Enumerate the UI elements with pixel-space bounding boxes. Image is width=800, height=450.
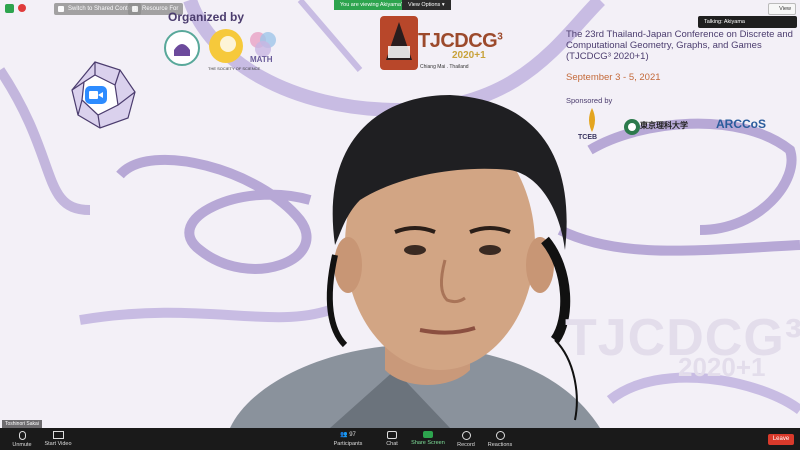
security-shield-icon[interactable] <box>5 4 14 13</box>
view-options-button[interactable]: View Options ▾ <box>402 0 451 10</box>
leave-button[interactable]: Leave <box>768 434 794 445</box>
conference-dates: September 3 - 5, 2021 <box>566 72 661 83</box>
sponsor-tceb: TCEB <box>578 134 598 141</box>
sponsor-arccos: ARCCoS <box>716 117 766 131</box>
tjcdcg-name: TJCDCG <box>418 30 498 52</box>
switch-label: Switch to Shared Content <box>68 6 137 12</box>
camera-off-icon <box>52 431 64 439</box>
view-button-label: View <box>779 6 791 12</box>
participants-button[interactable]: 👥 97 Participants <box>326 428 370 450</box>
tjcdcg-watermark-year: 2020+1 <box>678 352 766 382</box>
view-button[interactable]: View <box>768 3 796 15</box>
start-video-button[interactable]: Start Video <box>36 428 80 450</box>
tjcdcg-year: 2020+1 <box>452 50 486 61</box>
chat-icon <box>387 431 397 439</box>
talking-indicator: Talking: Akiyama <box>698 16 797 28</box>
organized-by-heading: Organized by <box>168 10 245 24</box>
tjcdcg-city: Chiang Mai . Thailand <box>420 64 469 70</box>
video-camera-icon <box>85 86 107 104</box>
view-options-label: View Options <box>408 2 441 8</box>
participants-label: Participants <box>333 441 363 447</box>
reactions-button[interactable]: Reactions <box>478 428 522 450</box>
participants-count: 97 <box>349 432 356 438</box>
start-video-label: Start Video <box>44 441 72 447</box>
info-alert-icon[interactable] <box>18 4 26 12</box>
meeting-toolbar: Unmute Start Video 👥 97 Participants Cha… <box>0 428 800 450</box>
participant-name-tag: Toshinori Sakai <box>2 420 42 428</box>
microphone-muted-icon <box>18 431 26 440</box>
tceb-logo-icon <box>589 108 595 132</box>
record-icon <box>461 431 471 440</box>
tjcdcg-temple-logo <box>380 16 418 70</box>
sponsored-by-heading: Sponsored by <box>566 96 613 105</box>
conference-title: The 23rd Thailand-Japan Conference on Di… <box>566 29 793 62</box>
sponsor-tokyo-univ: 東京理科大学 <box>640 121 688 130</box>
math-logo-label: MATH <box>250 55 273 64</box>
reactions-label: Reactions <box>487 442 513 448</box>
shared-screen: Switch to Shared Content Resource For Yo… <box>0 0 800 428</box>
participants-icon: 👥 97 <box>340 432 356 438</box>
tjcdcg-sup: 3 <box>497 31 503 43</box>
society-logo-caption: THE SOCIETY OF SCIENCE <box>208 66 261 71</box>
share-screen-icon <box>423 431 433 438</box>
reactions-icon <box>495 431 505 440</box>
leave-label: Leave <box>772 436 790 442</box>
